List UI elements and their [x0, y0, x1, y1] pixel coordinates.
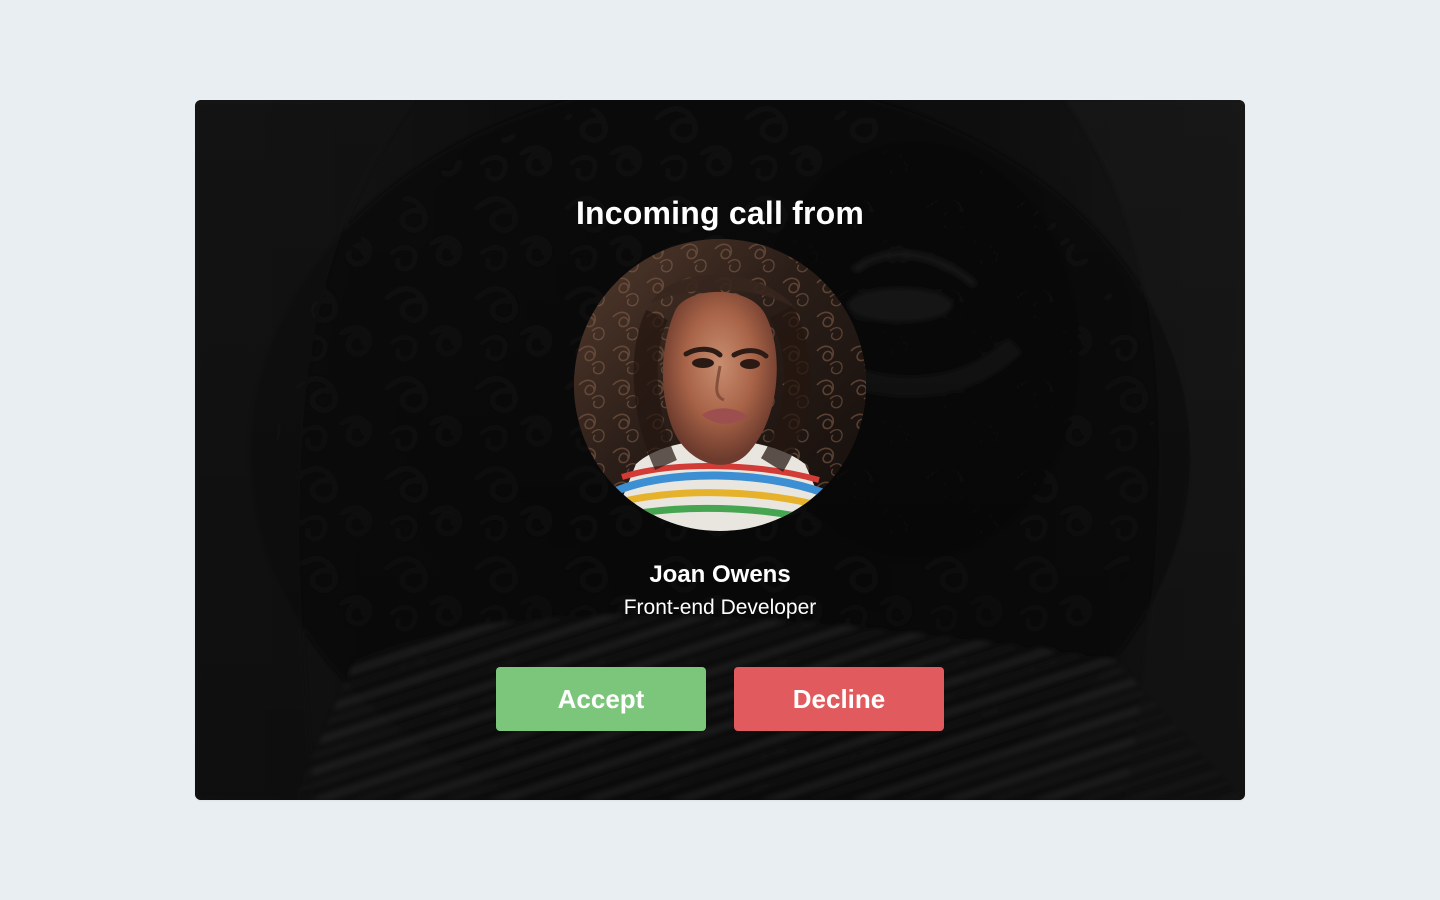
caller-avatar [574, 239, 866, 531]
caller-role: Front-end Developer [623, 596, 817, 619]
caller-name: Joan Owens [649, 561, 791, 588]
call-content: Incoming call from Joan Owens Front-end … [195, 100, 1245, 800]
accept-button[interactable]: Accept [496, 667, 706, 731]
incoming-call-card: Incoming call from Joan Owens Front-end … [195, 100, 1245, 800]
incoming-call-page: Incoming call from Joan Owens Front-end … [0, 0, 1440, 900]
decline-button[interactable]: Decline [734, 667, 944, 731]
incoming-call-title: Incoming call from [575, 195, 865, 232]
